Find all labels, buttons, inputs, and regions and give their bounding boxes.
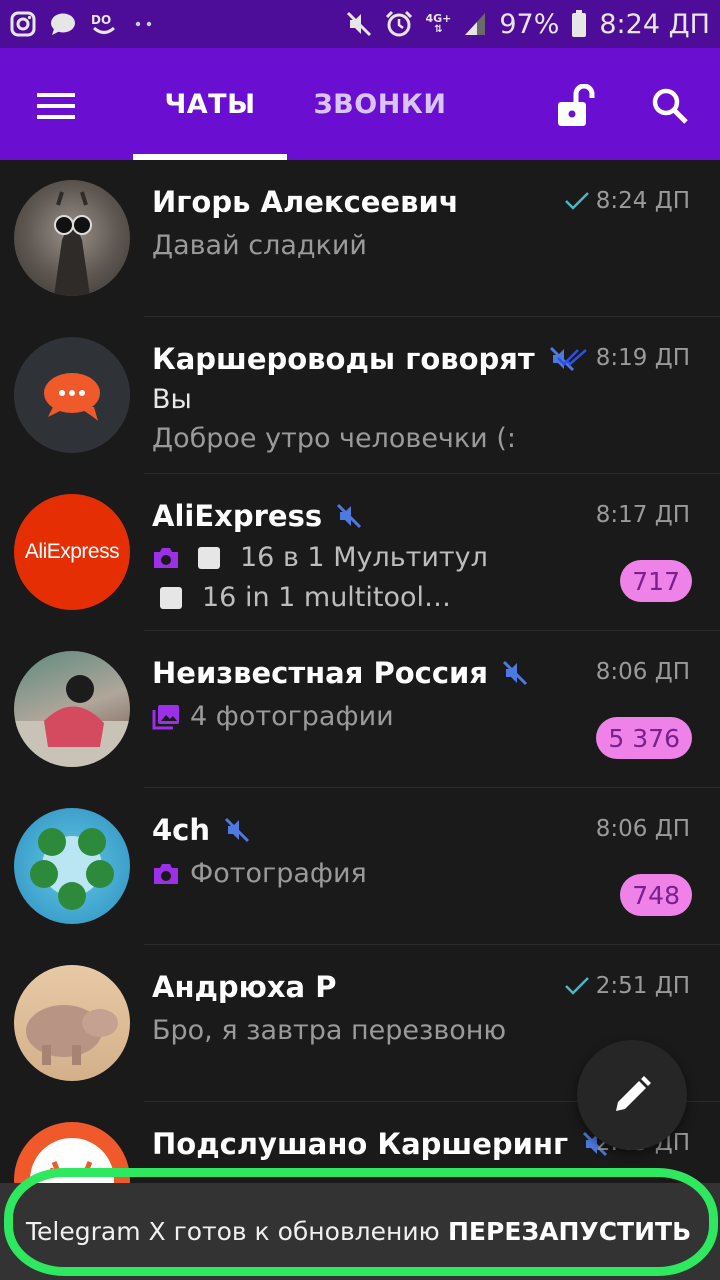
box-emoji-icon: [198, 546, 220, 569]
dots-icon: [132, 19, 156, 29]
chat-preview: Бро, я завтра перезвоню: [152, 1015, 507, 1046]
avatar: [14, 180, 130, 296]
restart-button[interactable]: ПЕРЕЗАПУСТИТЬ: [448, 1217, 691, 1246]
chat-time: 8:06 ДП: [595, 816, 690, 842]
avatar: [14, 337, 130, 453]
battery-percent: 97%: [499, 8, 560, 40]
muted-icon: [337, 503, 362, 529]
chat-time: 2:51 ДП: [595, 973, 690, 999]
tab-calls[interactable]: ЗВОНКИ: [300, 48, 460, 160]
avatar-text: AliExpress: [24, 540, 120, 563]
chat-time: 8:17 ДП: [595, 502, 690, 528]
passcode-lock-button[interactable]: [548, 78, 604, 134]
double-check-icon: [556, 349, 587, 366]
box-emoji-icon: [160, 586, 182, 609]
instagram-icon: [10, 11, 36, 37]
chat-time: 8:24 ДП: [595, 188, 690, 214]
chat-item[interactable]: Каршероводы говорят 8:19 ДП Вы Доброе ут…: [0, 317, 720, 474]
unread-badge: 717: [620, 560, 692, 602]
app-icon: DO: [90, 11, 118, 37]
chat-name: AliExpress: [152, 499, 323, 533]
app-bar: ЧАТЫ ЗВОНКИ: [0, 48, 720, 160]
menu-button[interactable]: [22, 78, 90, 134]
chat-name: 4ch: [152, 813, 211, 847]
chat-preview: 16 в 1 Мультитул: [240, 542, 488, 573]
search-icon: [652, 88, 688, 124]
chat-preview: Фотография: [190, 858, 367, 889]
chat-name: Андрюха Р: [152, 970, 337, 1004]
alarm-icon: [385, 10, 413, 38]
muted-icon: [502, 660, 528, 686]
avatar: [14, 808, 130, 924]
camera-icon: [154, 863, 178, 884]
tab-chats[interactable]: ЧАТЫ: [133, 48, 287, 160]
muted-icon: [224, 817, 250, 843]
search-button[interactable]: [642, 78, 698, 134]
unread-badge: 5 376: [596, 717, 692, 759]
message-icon: [50, 12, 76, 36]
chat-item[interactable]: Неизвестная Россия 8:06 ДП 4 фотографии …: [0, 631, 720, 788]
chat-preview: 4 фотографии: [190, 701, 394, 732]
avatar: [14, 965, 130, 1081]
chat-item[interactable]: 4ch 8:06 ДП Фотография 748: [0, 788, 720, 945]
check-icon: [564, 977, 589, 995]
chat-name: Игорь Алексеевич: [152, 185, 459, 219]
chat-item[interactable]: AliExpress AliExpress 8:17 ДП 16 в 1 Мул…: [0, 474, 720, 631]
chat-preview: Давай сладкий: [152, 230, 367, 261]
menu-icon: [37, 93, 75, 119]
update-snackbar: Telegram X готов к обновлению ПЕРЕЗАПУСТ…: [0, 1183, 720, 1280]
battery-icon: [571, 10, 587, 38]
chat-name: Подслушано Каршеринг: [152, 1127, 569, 1161]
avatar: AliExpress: [14, 494, 130, 610]
unread-badge: 748: [620, 874, 692, 916]
chat-name: Неизвестная Россия: [152, 656, 488, 690]
lock-open-icon: [558, 84, 595, 126]
signal-icon: [463, 11, 487, 37]
clock: 8:24 ДП: [599, 8, 710, 40]
chat-time: 8:19 ДП: [595, 345, 690, 371]
chat-name: Каршероводы говорят: [152, 342, 535, 376]
chat-sender: Вы: [152, 384, 192, 415]
chat-preview: Доброе утро человечки (:: [152, 423, 516, 454]
photos-icon: [152, 704, 179, 729]
snackbar-message: Telegram X готов к обновлению: [26, 1217, 440, 1246]
chat-item[interactable]: Игорь Алексеевич 8:24 ДП Давай сладкий: [0, 160, 720, 317]
network-type: 4G+ ⇅: [425, 12, 452, 35]
svg-text:DO: DO: [91, 13, 111, 27]
camera-icon: [154, 547, 178, 568]
chat-time: 8:06 ДП: [595, 659, 690, 685]
status-bar: DO 4G+ ⇅ 97% 8:24 ДП: [0, 0, 720, 48]
chat-preview-2: 16 in 1 multitool…: [202, 582, 452, 613]
check-icon: [564, 192, 589, 210]
avatar: [14, 651, 130, 767]
pencil-icon: [616, 1076, 651, 1111]
mute-icon: [345, 10, 373, 38]
compose-button[interactable]: [577, 1040, 687, 1150]
